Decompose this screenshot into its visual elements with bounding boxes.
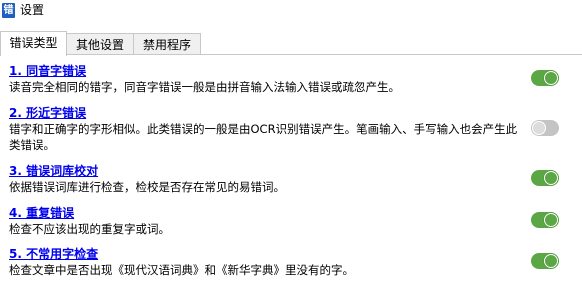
item-description: 检查不应该出现的重复字或词。 [9,222,170,236]
tab-disabled-programs[interactable]: 禁用程序 [133,33,201,55]
item-title-link[interactable]: 3. 错误词库校对 [9,163,98,179]
tab-other-settings[interactable]: 其他设置 [66,33,134,55]
item-title-link[interactable]: 4. 重复错误 [9,205,74,221]
list-item: 4. 重复错误 检查不应该出现的重复字或词。 [0,205,582,251]
item-description: 读音完全相同的错字，同音字错误一般是由拼音输入法输入错误或疏忽产生。 [9,80,400,94]
app-icon: 错 [2,3,15,18]
item-description: 错字和正确字的字形相似。此类错误的一般是由OCR识别错误产生。笔画输入、手写输入… [9,122,518,152]
toggle-knob [544,71,558,85]
enable-toggle[interactable] [531,212,559,228]
error-types-panel: 1. 同音字错误 读音完全相同的错字，同音字错误一般是由拼音输入法输入错误或疏忽… [0,54,582,284]
tab-error-types[interactable]: 错误类型 [0,31,67,56]
list-item: 5. 不常用字检查 检查文章中是否出现《现代汉语词典》和《新华字典》里没有的字。 [0,246,582,292]
window-title: 设置 [20,3,45,17]
list-item: 3. 错误词库校对 依据错误词库进行检查，检校是否存在常见的易错词。 [0,163,582,209]
toggle-knob [544,254,558,268]
list-item: 1. 同音字错误 读音完全相同的错字，同音字错误一般是由拼音输入法输入错误或疏忽… [0,63,582,109]
toggle-knob [544,171,558,185]
enable-toggle[interactable] [531,170,559,186]
enable-toggle[interactable] [531,70,559,86]
toggle-knob [532,121,546,135]
item-description: 检查文章中是否出现《现代汉语词典》和《新华字典》里没有的字。 [9,263,354,277]
item-title-link[interactable]: 5. 不常用字检查 [9,246,98,262]
toggle-knob [544,213,558,227]
item-title-link[interactable]: 1. 同音字错误 [9,63,86,79]
enable-toggle[interactable] [531,253,559,269]
enable-toggle[interactable] [531,120,559,136]
item-title-link[interactable]: 2. 形近字错误 [9,105,86,121]
item-description: 依据错误词库进行检查，检校是否存在常见的易错词。 [9,180,285,194]
title-bar: 错 设置 [0,0,582,22]
tab-strip: 错误类型 其他设置 禁用程序 [0,31,582,56]
list-item: 2. 形近字错误 错字和正确字的字形相似。此类错误的一般是由OCR识别错误产生。… [0,105,582,152]
